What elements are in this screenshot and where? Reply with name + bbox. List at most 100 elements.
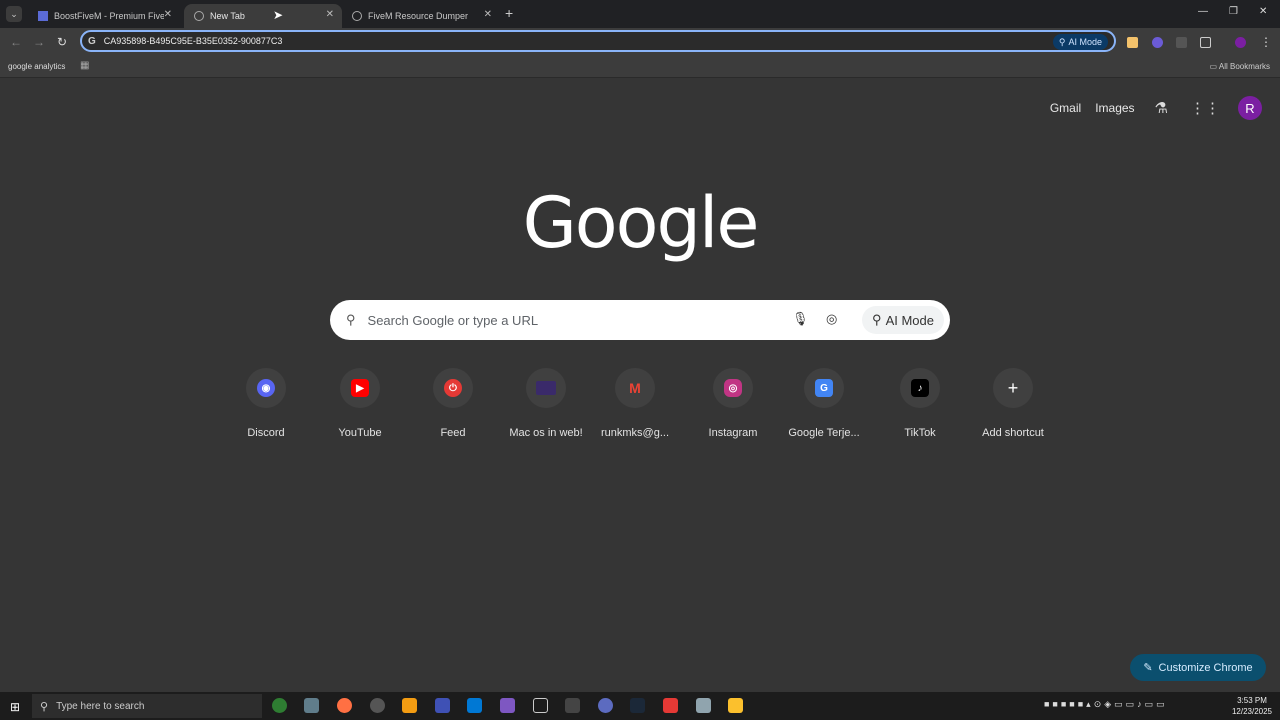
shortcut-macos[interactable]: Mac os in web! — [501, 368, 591, 439]
tab-search-button[interactable]: ⌄ — [6, 6, 22, 22]
shortcut-tile: ⏻ — [433, 368, 473, 408]
all-bookmarks[interactable]: ▭ All Bookmarks — [1210, 62, 1270, 71]
pencil-icon: ✎ — [1143, 662, 1153, 674]
back-icon[interactable]: ← — [10, 35, 22, 49]
close-icon[interactable]: ✕ — [484, 9, 492, 20]
shortcut-label: Mac os in web! — [509, 427, 583, 439]
firefox-app-icon[interactable] — [337, 698, 352, 713]
google-apps-icon[interactable]: ⋮⋮ — [1190, 99, 1220, 117]
close-icon[interactable]: ✕ — [164, 9, 172, 20]
vscode-app-icon[interactable] — [467, 698, 482, 713]
ai-search-icon: ⚲ — [1058, 36, 1066, 47]
images-link[interactable]: Images — [1095, 101, 1134, 115]
google-logo: Google — [522, 182, 760, 264]
macos-icon — [536, 381, 556, 395]
restore-icon[interactable]: ❐ — [1229, 6, 1238, 17]
folder-icon: ▭ — [1209, 62, 1219, 71]
shortcut-tile: + — [993, 368, 1033, 408]
app-icon[interactable] — [598, 698, 613, 713]
taskbar-search-input[interactable]: Type here to search — [56, 701, 144, 712]
folder-app-icon[interactable] — [728, 698, 743, 713]
app-icon[interactable] — [696, 698, 711, 713]
ai-search-icon: ⚲ — [872, 312, 882, 327]
shortcut-add[interactable]: + Add shortcut — [968, 368, 1058, 439]
reload-icon[interactable]: ↻ — [57, 35, 67, 49]
app-icon[interactable] — [565, 698, 580, 713]
shortcut-gmail[interactable]: M runkmks@g... — [590, 368, 680, 439]
address-bar[interactable]: G CA935898-B495C95E-B35E0352-900877C3 ⚲ … — [80, 30, 1116, 52]
system-tray[interactable]: ■■■■■▴⊙◈▭▭♪▭▭ — [1044, 699, 1168, 710]
steam-app-icon[interactable] — [630, 698, 645, 713]
tab-boostfivem[interactable]: BoostFiveM - Premium FiveM U ✕ — [28, 4, 180, 28]
tab-fivem-resource-dumper[interactable]: FiveM Resource Dumper ✕ — [342, 4, 500, 28]
shortcut-tile: ◉ — [246, 368, 286, 408]
shortcut-tile: ▶ — [340, 368, 380, 408]
shortcut-discord[interactable]: ◉ Discord — [221, 368, 311, 439]
ntp-header: Gmail Images ⚗ ⋮⋮ R — [1050, 96, 1262, 120]
extension-icon[interactable] — [1127, 37, 1138, 48]
shortcut-youtube[interactable]: ▶ YouTube — [315, 368, 405, 439]
all-bookmarks-label: All Bookmarks — [1218, 62, 1270, 71]
tab-title: FiveM Resource Dumper — [368, 11, 469, 21]
forward-icon[interactable]: → — [33, 35, 45, 49]
menu-kebab-icon[interactable]: ⋮ — [1260, 35, 1272, 49]
shortcut-tile: M — [615, 368, 655, 408]
app-icon[interactable] — [663, 698, 678, 713]
shortcut-tile: ◎ — [713, 368, 753, 408]
gmail-link[interactable]: Gmail — [1050, 101, 1081, 115]
chrome-icon — [194, 11, 204, 21]
app-icon[interactable] — [533, 698, 548, 713]
app-icon[interactable] — [370, 698, 385, 713]
shortcut-instagram[interactable]: ◎ Instagram — [688, 368, 778, 439]
tiktok-icon: ♪ — [911, 379, 929, 397]
address-bar-text[interactable]: CA935898-B495C95E-B35E0352-900877C3 — [104, 36, 283, 46]
lens-icon[interactable]: ◎ — [826, 311, 837, 327]
labs-flask-icon[interactable]: ⚗ — [1155, 99, 1168, 117]
ai-mode-label: AI Mode — [885, 312, 934, 328]
shortcut-label: Instagram — [708, 427, 758, 439]
apps-grid-icon[interactable]: ▦ — [80, 60, 89, 71]
windows-taskbar: ⊞ ⚲ Type here to search ■■■■■▴⊙◈▭▭♪▭▭ 3:… — [0, 692, 1280, 720]
search-icon: ⚲ — [40, 700, 49, 713]
search-box[interactable]: ⚲ Search Google or type a URL 🎙 ◎ ⚲ AI M… — [330, 300, 950, 340]
ai-mode-label: AI Mode — [1068, 37, 1102, 47]
profile-icon[interactable] — [1235, 37, 1246, 48]
bookmark-google-analytics[interactable]: google analytics — [8, 62, 65, 71]
shortcut-tile: ♪ — [900, 368, 940, 408]
gmail-icon: M — [629, 380, 641, 396]
taskbar-clock[interactable]: 3:53 PM 12/23/2025 — [1232, 695, 1272, 717]
close-icon[interactable]: ✕ — [326, 9, 334, 20]
avatar[interactable]: R — [1238, 96, 1262, 120]
new-tab-button[interactable]: + — [505, 5, 513, 21]
extension-icon[interactable] — [1152, 37, 1163, 48]
tab-title: BoostFiveM - Premium FiveM U — [54, 11, 164, 21]
globe-icon — [352, 11, 362, 21]
minimize-icon[interactable]: — — [1198, 6, 1208, 17]
shortcut-feed[interactable]: ⏻ Feed — [408, 368, 498, 439]
shortcut-label: Feed — [440, 427, 466, 439]
customize-chrome-button[interactable]: ✎ Customize Chrome — [1130, 654, 1266, 681]
shortcut-tiktok[interactable]: ♪ TikTok — [875, 368, 965, 439]
google-icon: G — [88, 35, 96, 47]
shortcut-label: runkmks@g... — [600, 427, 669, 439]
mouse-cursor-icon: ➤ — [273, 8, 284, 22]
translate-icon: G — [815, 379, 833, 397]
explorer-app-icon[interactable] — [304, 698, 319, 713]
app-icon[interactable] — [435, 698, 450, 713]
shortcut-google-translate[interactable]: G Google Terje... — [779, 368, 869, 439]
shortcut-label: Google Terje... — [788, 427, 860, 439]
tab-new-tab[interactable]: New Tab ✕ — [184, 4, 342, 28]
chrome-app-icon[interactable] — [272, 698, 287, 713]
extensions-puzzle-icon[interactable] — [1200, 37, 1211, 48]
window-close-icon[interactable]: ✕ — [1259, 6, 1267, 17]
ai-mode-button[interactable]: ⚲ AI Mode — [862, 306, 944, 334]
taskbar-search[interactable]: ⚲ Type here to search — [32, 694, 262, 718]
app-icon[interactable] — [500, 698, 515, 713]
microphone-icon[interactable]: 🎙 — [792, 311, 809, 327]
ai-mode-button[interactable]: ⚲ AI Mode — [1052, 34, 1108, 50]
app-icon[interactable] — [402, 698, 417, 713]
windows-start-icon[interactable]: ⊞ — [10, 700, 20, 714]
search-input[interactable]: Search Google or type a URL — [368, 313, 539, 328]
tab-title: New Tab — [210, 11, 245, 21]
extension-icon[interactable] — [1176, 37, 1187, 48]
